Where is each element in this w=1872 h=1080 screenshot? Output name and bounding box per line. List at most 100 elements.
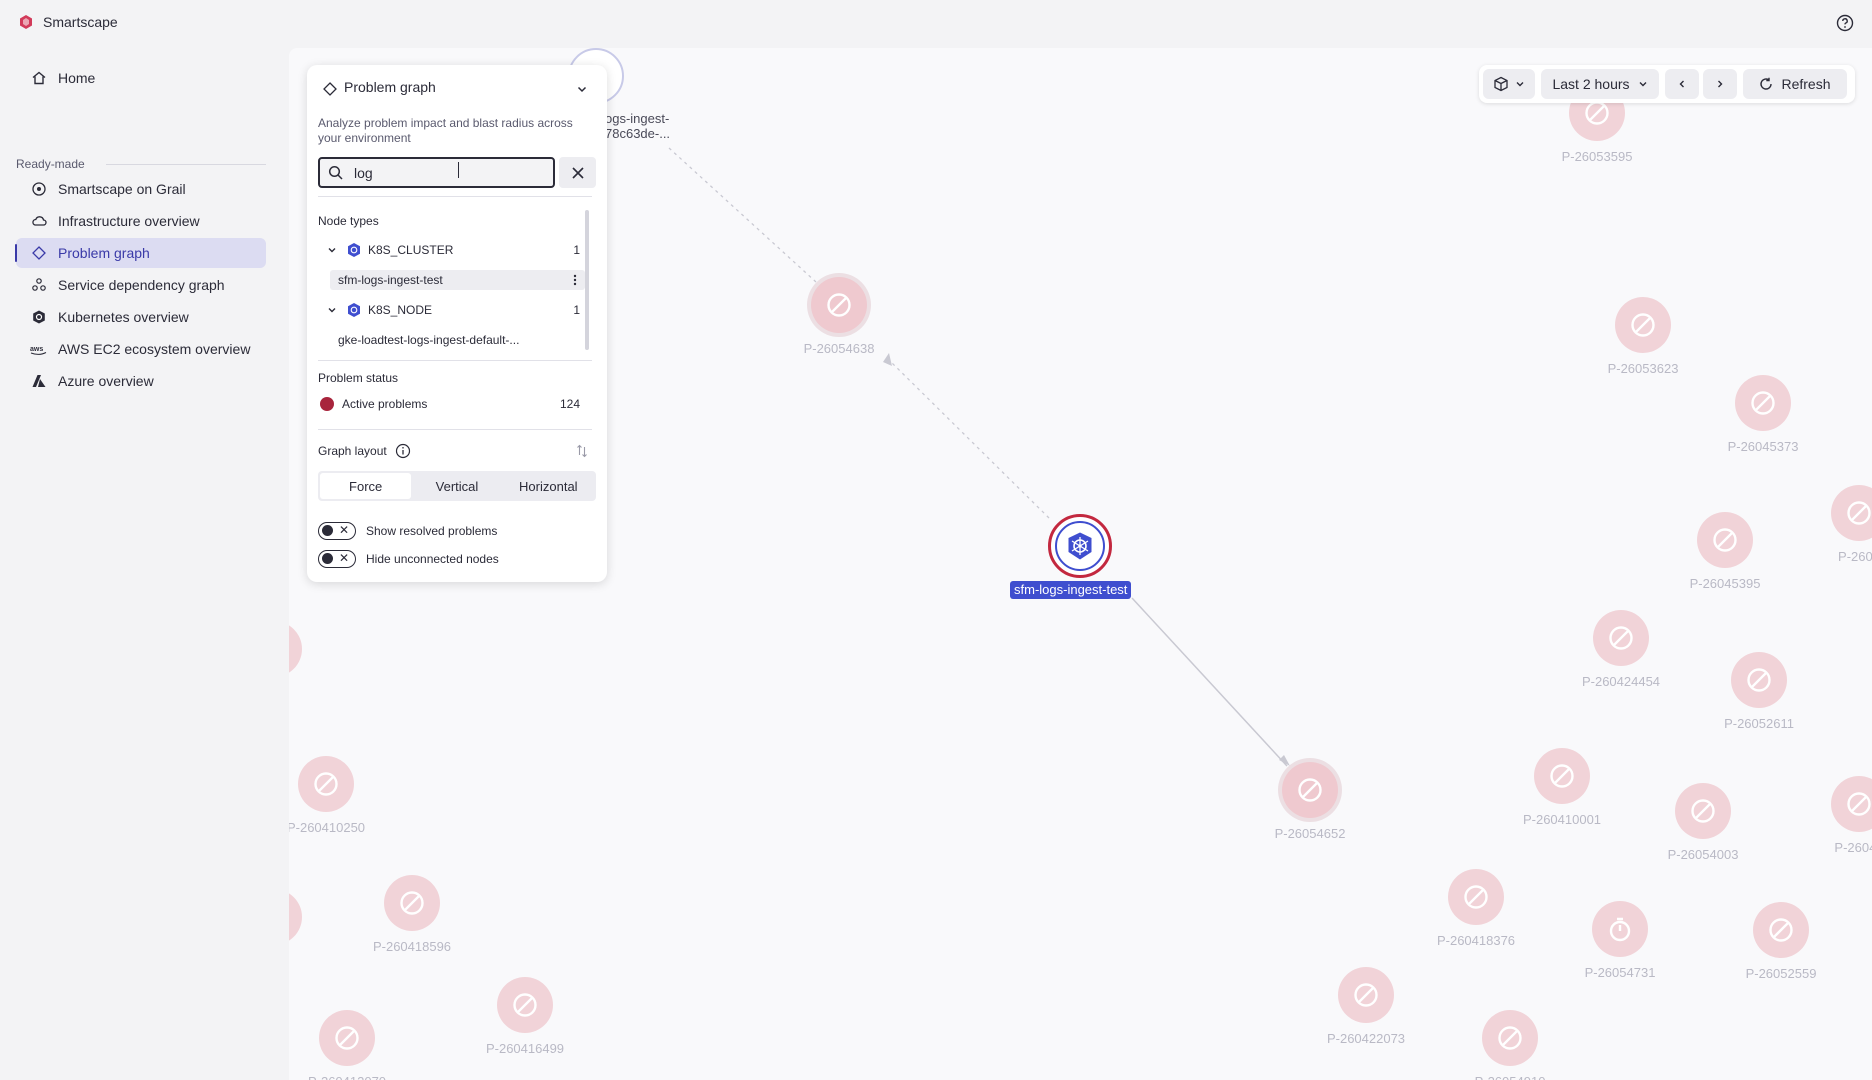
timer-icon <box>1609 917 1631 942</box>
sidebar-item-service-dependency-graph[interactable]: Service dependency graph <box>16 270 266 300</box>
problem-node[interactable] <box>1592 901 1648 957</box>
problem-node[interactable] <box>1593 610 1649 666</box>
active-problems-count: 124 <box>559 397 580 411</box>
problem-node[interactable] <box>298 756 354 812</box>
chevron-down-icon <box>1639 82 1647 87</box>
section-label: Ready-made <box>16 157 85 171</box>
show-resolved-toggle[interactable]: ✕ <box>318 522 356 540</box>
chevron-down-icon[interactable] <box>327 305 337 315</box>
top-bar: Smartscape <box>0 0 1872 46</box>
refresh-icon <box>1760 77 1773 90</box>
problem-node[interactable] <box>1534 748 1590 804</box>
chevron-down-icon[interactable] <box>576 83 588 95</box>
divider <box>318 360 592 361</box>
layout-vertical-option[interactable]: Vertical <box>411 473 502 499</box>
node-type-row[interactable]: K8S_NODE 1 <box>327 300 592 320</box>
divider <box>106 164 266 165</box>
problem-node-label: P-2604 <box>1838 549 1872 564</box>
problem-node[interactable] <box>1282 762 1338 818</box>
problem-status-icon <box>1464 885 1488 909</box>
node-result-row[interactable]: sfm-logs-ingest-test <box>330 270 585 290</box>
timeframe-label: Last 2 hours <box>1552 76 1630 92</box>
problem-node[interactable] <box>811 277 867 333</box>
info-icon[interactable] <box>395 443 411 459</box>
sidebar-item-smartscape-on-grail[interactable]: Smartscape on Grail <box>16 174 266 204</box>
problem-node[interactable] <box>1675 783 1731 839</box>
hide-unconnected-toggle[interactable]: ✕ <box>318 550 356 568</box>
refresh-label: Refresh <box>1781 76 1831 92</box>
sidebar-item-label: Home <box>58 70 96 86</box>
sidebar-item-label: Kubernetes overview <box>58 309 189 325</box>
problem-status-icon <box>513 993 537 1017</box>
problem-node[interactable] <box>1753 902 1809 958</box>
hide-unconnected-toggle-row[interactable]: ✕ Hide unconnected nodes <box>318 549 499 569</box>
cube-icon <box>1494 76 1508 92</box>
clear-search-button[interactable] <box>559 157 596 188</box>
problem-status-icon <box>400 891 424 915</box>
show-resolved-toggle-row[interactable]: ✕ Show resolved problems <box>318 521 497 541</box>
sidebar-item-home[interactable]: Home <box>16 63 266 93</box>
problem-node[interactable] <box>1448 869 1504 925</box>
problem-node[interactable] <box>1735 375 1791 431</box>
diamond-icon <box>30 244 48 262</box>
sidebar-item-infrastructure-overview[interactable]: Infrastructure overview <box>16 206 266 236</box>
sidebar-item-aws-ec2-ecosystem-overview[interactable]: aws AWS EC2 ecosystem overview <box>16 334 266 364</box>
sidebar-item-kubernetes-overview[interactable]: Kubernetes overview <box>16 302 266 332</box>
problem-status-icon <box>314 772 338 796</box>
problem-node[interactable] <box>497 977 553 1033</box>
node-result-row[interactable]: gke-loadtest-logs-ingest-default-... <box>330 330 585 350</box>
sidebar-item-label: Smartscape on Grail <box>58 181 186 197</box>
problem-node[interactable] <box>384 875 440 931</box>
graph-node-k8s-cluster[interactable] <box>1048 514 1112 578</box>
problem-status-icon <box>1691 799 1715 823</box>
app-title: Smartscape <box>43 14 118 30</box>
help-icon[interactable] <box>1836 14 1854 32</box>
azure-icon <box>30 372 48 390</box>
problem-node[interactable] <box>319 1010 375 1066</box>
problem-node-label: P-26054638 <box>803 341 875 356</box>
problem-node-label: P-26053595 <box>1561 149 1633 164</box>
problem-node[interactable] <box>1338 967 1394 1023</box>
problem-node-label: P-260410001 <box>1522 812 1602 827</box>
kubernetes-icon <box>348 303 360 317</box>
problem-status-icon <box>1747 668 1771 692</box>
search-icon <box>328 165 343 180</box>
layout-horizontal-option[interactable]: Horizontal <box>503 473 594 499</box>
search-field[interactable] <box>318 157 555 188</box>
sort-icon[interactable] <box>576 444 588 458</box>
active-problems-row[interactable]: Active problems 124 <box>318 394 592 414</box>
more-options-icon[interactable] <box>573 274 577 286</box>
problem-node-label: P-260416499 <box>485 1041 565 1056</box>
problem-node-label: P-26045395 <box>1689 576 1761 591</box>
entity-filter-dropdown[interactable] <box>1483 69 1535 99</box>
problem-node[interactable] <box>1731 652 1787 708</box>
sidebar-item-label: Service dependency graph <box>58 277 225 293</box>
problem-node-label: P-26045 <box>1834 840 1872 855</box>
problem-node[interactable] <box>1697 512 1753 568</box>
problem-status-icon <box>1609 626 1633 650</box>
node-type-count: 1 <box>573 243 580 257</box>
chevron-down-icon <box>1516 82 1524 87</box>
timeframe-next-button[interactable] <box>1703 69 1737 99</box>
chevron-down-icon[interactable] <box>327 245 337 255</box>
node-type-row[interactable]: K8S_CLUSTER 1 <box>327 240 592 260</box>
home-icon <box>30 69 48 87</box>
problem-node-label: P-26054652 <box>1274 826 1346 841</box>
search-input[interactable] <box>354 164 534 182</box>
timeframe-previous-button[interactable] <box>1665 69 1699 99</box>
divider <box>318 429 592 430</box>
problem-node-label: P-26045373 <box>1727 439 1799 454</box>
status-dot <box>320 397 334 411</box>
problem-node[interactable] <box>1615 297 1671 353</box>
problem-node-label: P-260412070 <box>308 1074 386 1080</box>
scrollbar[interactable] <box>585 210 589 350</box>
layout-force-option[interactable]: Force <box>320 473 412 499</box>
sidebar-item-azure-overview[interactable]: Azure overview <box>16 366 266 396</box>
refresh-button[interactable]: Refresh <box>1743 69 1847 99</box>
problem-status-icon <box>1713 528 1737 552</box>
problem-status-heading: Problem status <box>318 371 399 385</box>
problem-node[interactable] <box>1482 1010 1538 1066</box>
problem-node-label: P-260422073 <box>1326 1031 1406 1046</box>
sidebar-item-problem-graph[interactable]: Problem graph <box>15 238 266 268</box>
timeframe-selector[interactable]: Last 2 hours <box>1541 69 1659 99</box>
